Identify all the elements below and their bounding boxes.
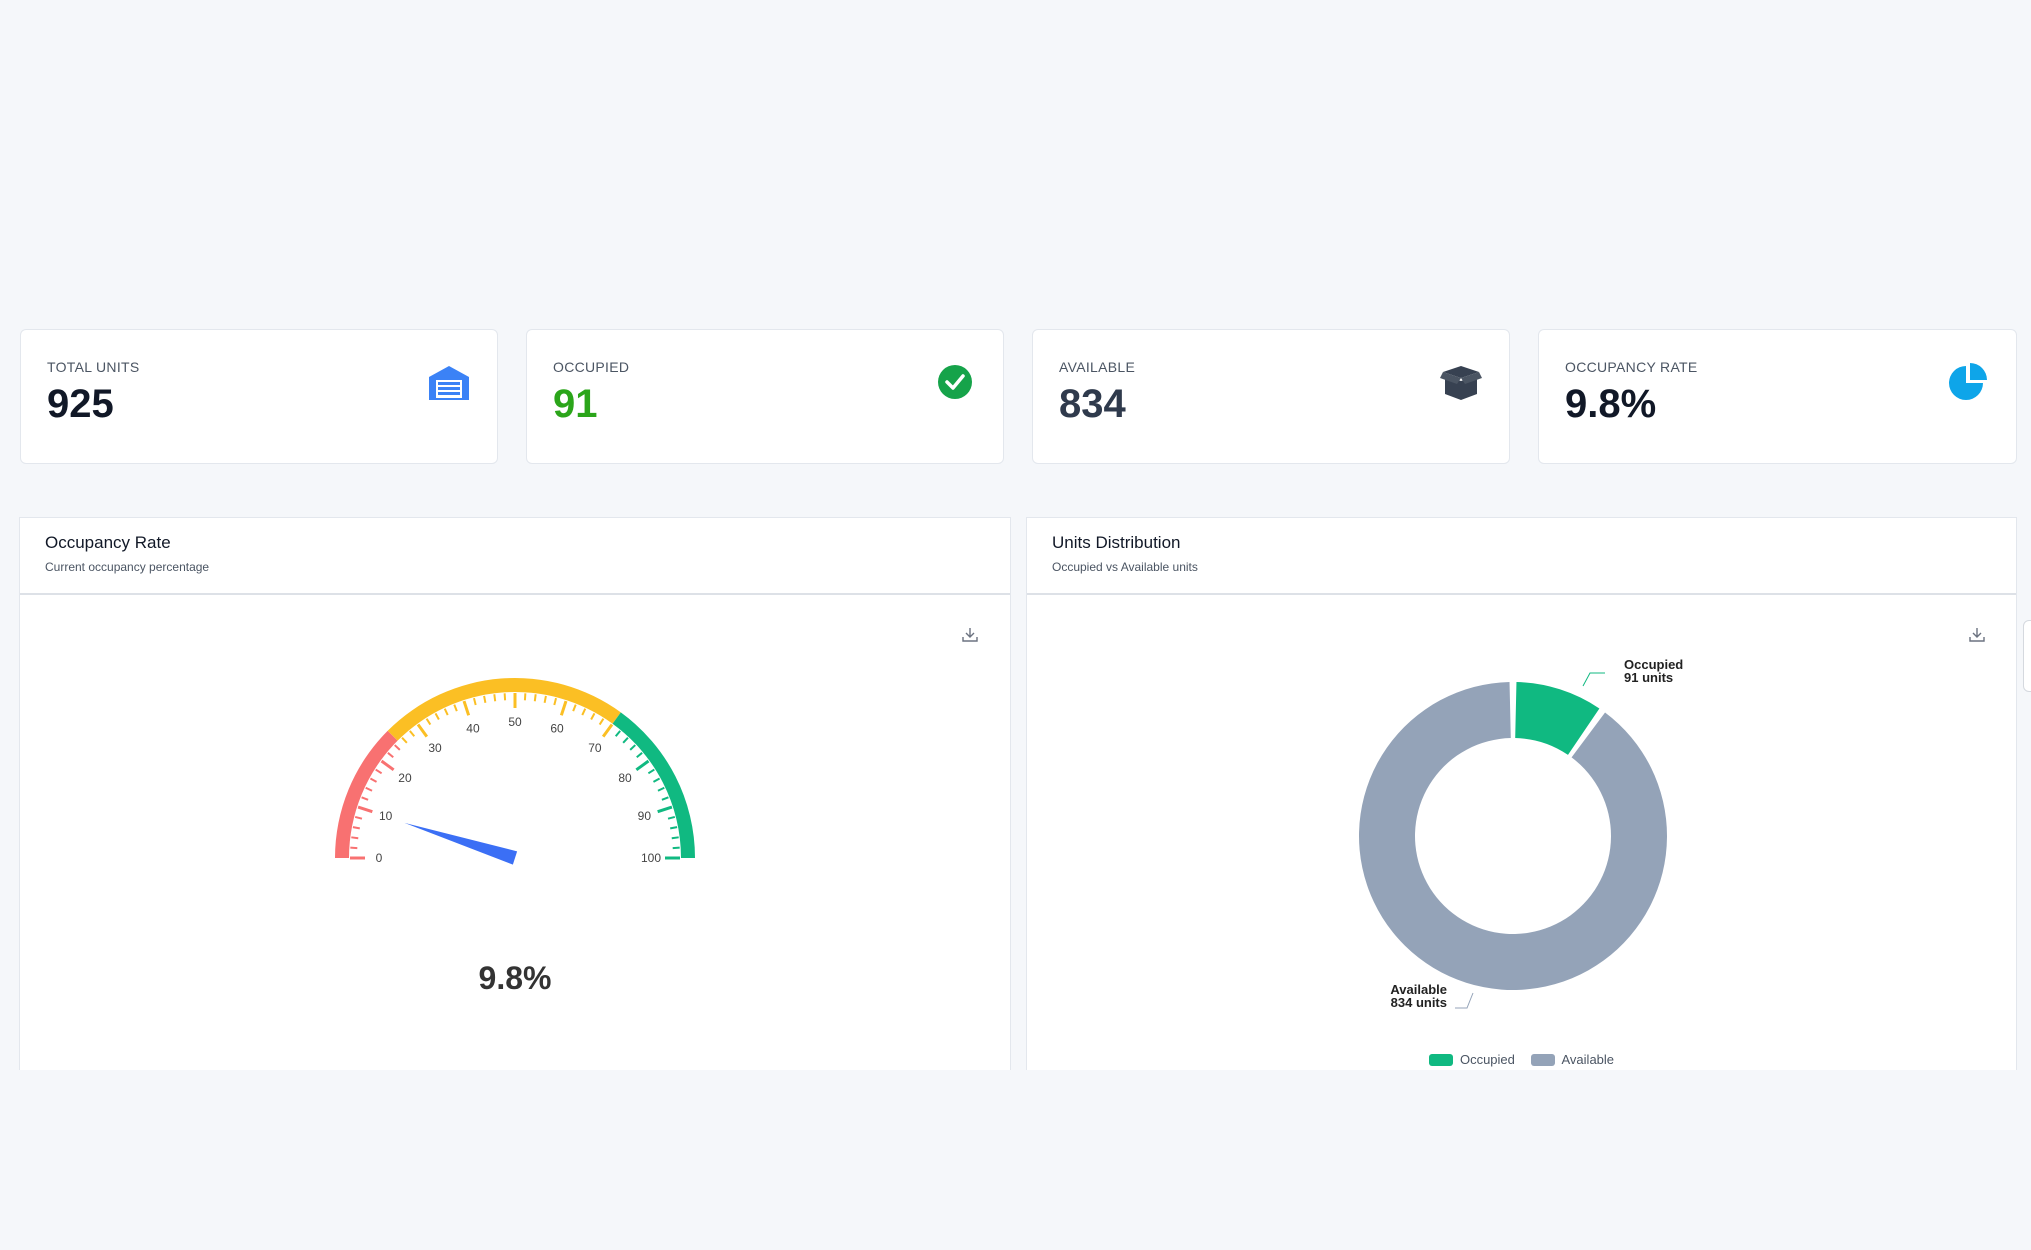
gauge-major-tick bbox=[601, 723, 614, 738]
gauge-minor-tick bbox=[434, 712, 440, 721]
gauge-tick-label: 100 bbox=[641, 851, 661, 865]
gauge-minor-tick bbox=[543, 695, 547, 703]
open-box-icon bbox=[1440, 366, 1482, 400]
stat-value: 834 bbox=[1059, 382, 1126, 426]
stat-label: AVAILABLE bbox=[1059, 359, 1136, 375]
stat-card-occupied: OCCUPIED 91 bbox=[526, 329, 1004, 464]
gauge-major-tick bbox=[357, 805, 373, 814]
legend-swatch bbox=[1428, 1053, 1453, 1066]
pie-chart-icon bbox=[1949, 363, 1987, 400]
gauge-band bbox=[335, 730, 398, 858]
gauge-tick-label: 80 bbox=[618, 771, 632, 785]
gauge-minor-tick bbox=[472, 697, 477, 706]
stat-card-available: AVAILABLE 834 bbox=[1032, 329, 1510, 464]
gauge-minor-tick bbox=[361, 796, 369, 801]
gauge-minor-tick bbox=[365, 786, 373, 792]
gauge-major-tick bbox=[416, 723, 429, 738]
stat-value: 91 bbox=[553, 382, 598, 426]
gauge-minor-tick bbox=[636, 752, 643, 759]
gauge-minor-tick bbox=[375, 768, 383, 775]
gauge-minor-tick bbox=[671, 836, 679, 840]
gauge-tick-label: 70 bbox=[588, 741, 602, 755]
stat-label: TOTAL UNITS bbox=[47, 359, 140, 375]
gauge-tick-label: 30 bbox=[428, 741, 442, 755]
gauge-minor-tick bbox=[647, 768, 655, 775]
gauge-minor-tick bbox=[369, 777, 378, 783]
gauge-minor-tick bbox=[354, 815, 363, 820]
gauge-needle bbox=[404, 822, 518, 865]
stat-label: OCCUPIED bbox=[553, 359, 630, 375]
gauge-major-tick bbox=[657, 805, 673, 814]
chart-legend: Occupied Available bbox=[1027, 1052, 2016, 1069]
gauge-major-tick bbox=[462, 700, 471, 716]
gauge-minor-tick bbox=[351, 836, 359, 840]
gauge-minor-tick bbox=[590, 712, 596, 721]
gauge-major-tick bbox=[559, 700, 568, 716]
stat-label: OCCUPANCY RATE bbox=[1565, 359, 1698, 375]
gauge-major-tick bbox=[380, 759, 395, 772]
gauge-tick-label: 40 bbox=[466, 722, 480, 736]
gauge-minor-tick bbox=[629, 744, 636, 751]
gauge-minor-tick bbox=[394, 744, 401, 751]
legend-item-occupied[interactable]: Occupied bbox=[1428, 1052, 1515, 1067]
callout-leader bbox=[1455, 992, 1474, 1009]
side-panel-tab[interactable] bbox=[2023, 620, 2031, 692]
warehouse-icon bbox=[429, 366, 469, 400]
gauge-minor-tick bbox=[425, 718, 432, 726]
gauge-minor-tick bbox=[483, 695, 487, 703]
gauge-band bbox=[612, 712, 695, 858]
gauge-minor-tick bbox=[670, 826, 678, 830]
gauge-value-label: 9.8% bbox=[478, 960, 552, 996]
units-distribution-panel: Units Distribution Occupied vs Available… bbox=[1026, 517, 2017, 1070]
gauge-minor-tick bbox=[572, 704, 577, 712]
gauge-minor-tick bbox=[667, 815, 676, 820]
stat-card-occupancy-rate: OCCUPANCY RATE 9.8% bbox=[1538, 329, 2017, 464]
legend-label: Occupied bbox=[1459, 1052, 1515, 1067]
gauge-tick-label: 20 bbox=[398, 771, 412, 785]
gauge-minor-tick bbox=[387, 752, 394, 759]
gauge-minor-tick bbox=[652, 777, 661, 783]
legend-item-available[interactable]: Available bbox=[1530, 1052, 1615, 1067]
gauge-minor-tick bbox=[614, 730, 621, 737]
gauge-minor-tick bbox=[661, 796, 669, 801]
legend-swatch bbox=[1530, 1053, 1555, 1066]
gauge-minor-tick bbox=[657, 786, 665, 792]
gauge-minor-tick bbox=[622, 737, 629, 744]
donut-slice-available[interactable] bbox=[1359, 682, 1667, 990]
callout-detail: 91 units bbox=[1624, 670, 1673, 685]
gauge-minor-tick bbox=[533, 694, 537, 702]
stat-value: 925 bbox=[47, 382, 114, 426]
gauge-minor-tick bbox=[401, 737, 408, 744]
check-circle-icon bbox=[938, 365, 972, 399]
occupancy-rate-panel: Occupancy Rate Current occupancy percent… bbox=[19, 517, 1011, 1070]
gauge-minor-tick bbox=[352, 826, 360, 830]
gauge-tick-label: 50 bbox=[508, 715, 522, 729]
gauge-minor-tick bbox=[453, 704, 458, 712]
gauge-minor-tick bbox=[581, 708, 587, 716]
gauge-tick-label: 60 bbox=[550, 722, 564, 736]
gauge-major-tick bbox=[635, 759, 650, 772]
units-donut-chart: Occupied91 unitsAvailable834 units bbox=[1359, 657, 1683, 1010]
gauge-minor-tick bbox=[493, 694, 497, 702]
callout-detail: 834 units bbox=[1391, 995, 1447, 1010]
gauge-minor-tick bbox=[598, 718, 605, 726]
legend-label: Available bbox=[1561, 1052, 1615, 1067]
stat-value: 9.8% bbox=[1565, 382, 1657, 426]
gauge-minor-tick bbox=[443, 708, 449, 716]
gauge-tick-label: 90 bbox=[638, 809, 652, 823]
gauge-tick-label: 10 bbox=[379, 809, 393, 823]
gauge-tick-label: 0 bbox=[376, 851, 383, 865]
gauge-minor-tick bbox=[553, 697, 558, 706]
stat-card-total-units: TOTAL UNITS 925 bbox=[20, 329, 498, 464]
gauge-minor-tick bbox=[409, 730, 416, 737]
callout-leader bbox=[1582, 672, 1605, 687]
